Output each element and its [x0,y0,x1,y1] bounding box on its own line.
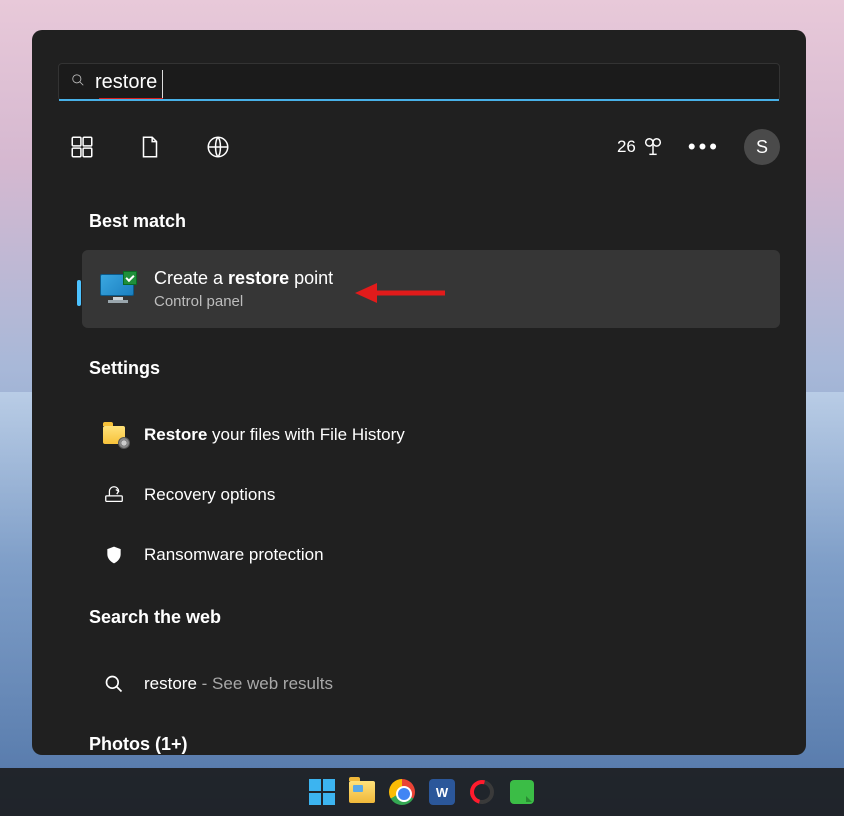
taskbar-app-green[interactable] [508,778,536,806]
section-header-web: Search the web [89,607,806,628]
search-box[interactable] [58,63,780,101]
opera-icon [466,776,499,809]
result-label: Restore your files with File History [144,425,405,445]
best-match-subtitle: Control panel [154,293,333,310]
section-header-settings: Settings [89,358,806,379]
word-icon: W [429,779,455,805]
user-avatar[interactable]: S [744,129,780,165]
windows-logo-icon [309,779,335,805]
settings-result-file-history[interactable]: Restore your files with File History [32,413,806,457]
filter-web-button[interactable] [194,123,242,171]
taskbar: W [0,768,844,816]
taskbar-explorer[interactable] [348,778,376,806]
search-focus-underline [59,99,779,101]
search-input[interactable] [85,71,767,94]
section-header-photos: Photos (1+) [89,734,806,755]
best-match-title: Create a restore point [154,268,333,289]
taskbar-chrome[interactable] [388,778,416,806]
recovery-icon [102,483,126,507]
filter-row: 26 ••• S [58,123,780,171]
filter-documents-button[interactable] [126,123,174,171]
selection-accent [77,280,81,306]
rewards-points: 26 [617,137,636,157]
best-match-result[interactable]: Create a restore point Control panel [82,250,780,328]
result-label: restore - See web results [144,674,333,694]
search-icon [102,672,126,696]
taskbar-opera[interactable] [468,778,496,806]
folder-history-icon [102,423,126,447]
restore-point-icon [100,274,136,304]
rewards-button[interactable]: 26 [617,136,664,158]
result-label: Ransomware protection [144,545,324,565]
chrome-icon [389,779,415,805]
file-explorer-icon [349,781,375,803]
settings-result-recovery[interactable]: Recovery options [32,473,806,517]
result-label: Recovery options [144,485,275,505]
taskbar-start-button[interactable] [308,778,336,806]
start-search-panel: 26 ••• S Best match Create a restore poi… [32,30,806,755]
filter-apps-button[interactable] [58,123,106,171]
green-app-icon [510,780,534,804]
web-result[interactable]: restore - See web results [32,662,806,706]
text-caret [162,70,163,98]
taskbar-word[interactable]: W [428,778,456,806]
avatar-initial: S [756,137,768,158]
shield-icon [102,543,126,567]
more-options-button[interactable]: ••• [688,123,720,171]
settings-result-ransomware[interactable]: Ransomware protection [32,533,806,577]
section-header-best-match: Best match [89,211,806,232]
search-icon [71,73,85,92]
